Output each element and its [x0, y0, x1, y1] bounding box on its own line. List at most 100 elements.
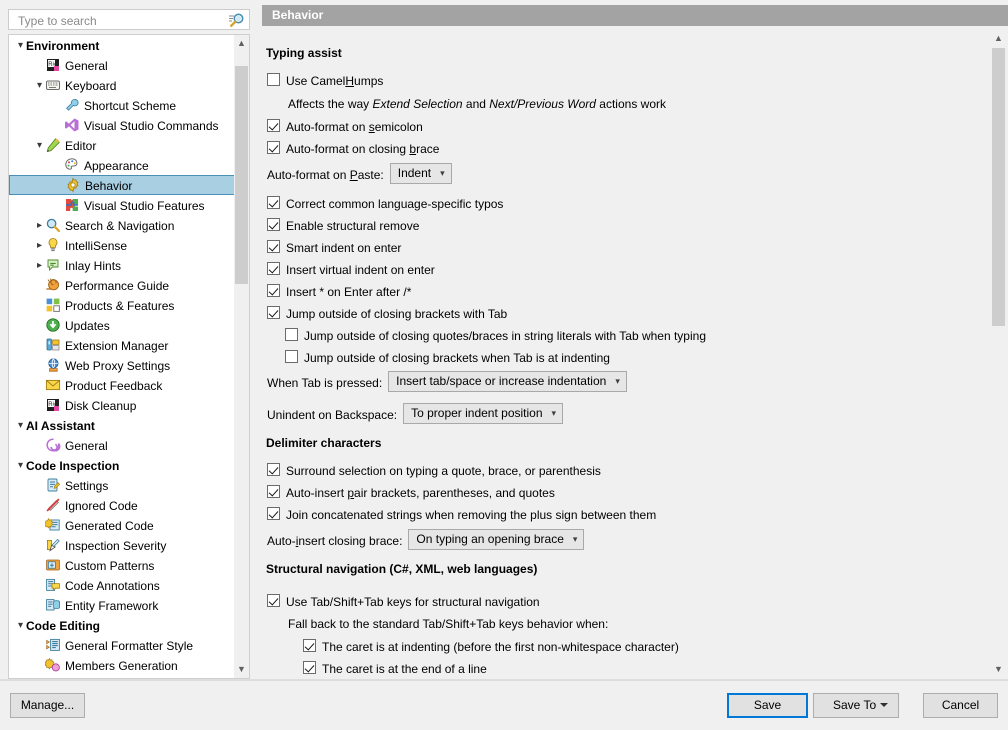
checkbox-auto-insert-pair[interactable] — [267, 485, 280, 499]
option-insert-star[interactable]: Insert * on Enter after /* — [267, 284, 411, 299]
sidebar-item-visual-studio-commands[interactable]: Visual Studio Commands — [9, 115, 235, 135]
tree-collapsed-arrow-icon[interactable] — [34, 256, 45, 276]
dropdown-auto-format-paste[interactable]: Indent ▾ — [389, 163, 452, 184]
option-unindent-backspace[interactable]: Unindent on Backspace: To proper indent p… — [267, 403, 564, 425]
save-button[interactable]: Save — [727, 693, 808, 718]
save-to-button[interactable]: Save To — [813, 693, 899, 718]
sidebar-item-web-proxy-settings[interactable]: Web Proxy Settings — [9, 355, 235, 375]
sidebar-item-appearance[interactable]: Appearance — [9, 155, 235, 175]
sidebar-item-members-generation[interactable]: Members Generation — [9, 655, 235, 675]
sidebar-item-general[interactable]: R# General — [9, 55, 235, 75]
sidebar-item-code-annotations[interactable]: Code Annotations — [9, 575, 235, 595]
sidebar-item-keyboard[interactable]: Keyboard — [9, 75, 235, 95]
checkbox-join-concatenated[interactable] — [267, 507, 280, 521]
checkbox-auto-format-semicolon[interactable] — [267, 119, 280, 133]
option-jump-outside-quotes[interactable]: Jump outside of closing quotes/braces in… — [285, 328, 706, 343]
option-structural-remove[interactable]: Enable structural remove — [267, 218, 419, 233]
sidebar-item-generated-code[interactable]: Generated Code — [9, 515, 235, 535]
settings-tree-list[interactable]: Environment R# General Keyboard Shortcut Sch… — [9, 35, 235, 678]
checkbox-use-tab-shift-tab[interactable] — [267, 594, 280, 608]
sidebar-item-editor[interactable]: Editor — [9, 135, 235, 155]
option-auto-insert-pair[interactable]: Auto-insert pair brackets, parentheses, … — [267, 485, 555, 500]
content-scroll-thumb[interactable] — [992, 48, 1005, 326]
checkbox-smart-indent[interactable] — [267, 240, 280, 254]
sidebar-item-general-formatter-style[interactable]: General Formatter Style — [9, 635, 235, 655]
sidebar-item-behavior[interactable]: Behavior — [9, 175, 235, 195]
sidebar-item-custom-patterns[interactable]: Custom Patterns — [9, 555, 235, 575]
sidebar-item-product-feedback[interactable]: Product Feedback — [9, 375, 235, 395]
option-caret-at-indenting[interactable]: The caret is at indenting (before the fi… — [303, 639, 679, 654]
cancel-button[interactable]: Cancel — [923, 693, 998, 718]
tree-collapsed-arrow-icon[interactable] — [34, 236, 45, 256]
content-scroll-up-icon[interactable]: ▲ — [991, 30, 1006, 47]
sidebar-scroll-down-icon[interactable]: ▼ — [234, 661, 249, 678]
sidebar-item-environment[interactable]: Environment — [9, 35, 235, 55]
sidebar-item-extension-manager[interactable]: Extension Manager — [9, 335, 235, 355]
tree-expanded-arrow-icon[interactable] — [34, 136, 45, 156]
sidebar-scroll-up-icon[interactable]: ▲ — [234, 35, 249, 52]
tree-expanded-arrow-icon[interactable] — [15, 616, 26, 636]
option-virtual-indent[interactable]: Insert virtual indent on enter — [267, 262, 435, 277]
option-auto-format-closing-brace[interactable]: Auto-format on closing brace — [267, 141, 439, 156]
option-smart-indent[interactable]: Smart indent on enter — [267, 240, 401, 255]
sidebar-item-entity-framework[interactable]: Entity Framework — [9, 595, 235, 615]
search-icon[interactable] — [227, 12, 245, 28]
option-use-tab-shift-tab[interactable]: Use Tab/Shift+Tab keys for structural na… — [267, 594, 540, 609]
option-when-tab-pressed[interactable]: When Tab is pressed: Insert tab/space or … — [267, 371, 627, 393]
option-use-camelhumps[interactable]: Use CamelHumps — [267, 73, 383, 88]
tree-expanded-arrow-icon[interactable] — [15, 36, 26, 56]
content-scroll-down-icon[interactable]: ▼ — [991, 661, 1006, 678]
checkbox-structural-remove[interactable] — [267, 218, 280, 232]
search-input[interactable] — [16, 13, 225, 29]
settings-tree[interactable]: Environment R# General Keyboard Shortcut Sch… — [8, 34, 250, 679]
sidebar-item-visual-studio-features[interactable]: Visual Studio Features — [9, 195, 235, 215]
checkbox-jump-outside-indenting[interactable] — [285, 350, 298, 364]
content-scrollbar[interactable]: ▲ ▼ — [991, 30, 1006, 678]
dropdown-auto-insert-closing-brace[interactable]: On typing an opening brace ▾ — [408, 529, 585, 550]
option-auto-format-semicolon[interactable]: Auto-format on semicolon — [267, 119, 423, 134]
sidebar-item-search-navigation[interactable]: Search & Navigation — [9, 215, 235, 235]
option-join-concatenated[interactable]: Join concatenated strings when removing … — [267, 507, 656, 522]
sidebar-item-ai-assistant[interactable]: AI Assistant — [9, 415, 235, 435]
checkbox-use-camelhumps[interactable] — [267, 73, 280, 87]
sidebar-item-general[interactable]: General — [9, 435, 235, 455]
option-caret-end-of-line[interactable]: The caret is at the end of a line — [303, 661, 487, 676]
sidebar-scroll-thumb[interactable] — [235, 66, 248, 284]
option-auto-insert-closing-brace[interactable]: Auto-insert closing brace: On typing an o… — [267, 529, 585, 551]
manage-button[interactable]: Manage... — [10, 693, 85, 718]
sidebar-item-inlay-hints[interactable]: Inlay Hints — [9, 255, 235, 275]
option-jump-outside-brackets-tab[interactable]: Jump outside of closing brackets with Ta… — [267, 306, 507, 321]
checkbox-auto-format-closing-brace[interactable] — [267, 141, 280, 155]
sidebar-scrollbar[interactable]: ▲ ▼ — [234, 35, 249, 678]
checkbox-surround-selection[interactable] — [267, 463, 280, 477]
sidebar-item-code-editing[interactable]: Code Editing — [9, 615, 235, 635]
option-auto-format-paste[interactable]: Auto-format on Paste: Indent ▾ — [267, 163, 452, 185]
tree-collapsed-arrow-icon[interactable] — [34, 216, 45, 236]
checkbox-virtual-indent[interactable] — [267, 262, 280, 276]
sidebar-item-updates[interactable]: Updates — [9, 315, 235, 335]
checkbox-caret-end-of-line[interactable] — [303, 661, 316, 675]
sidebar-item-inspection-severity[interactable]: Inspection Severity — [9, 535, 235, 555]
sidebar-item-performance-guide[interactable]: Performance Guide — [9, 275, 235, 295]
checkbox-correct-typos[interactable] — [267, 196, 280, 210]
sidebar-item-code-inspection[interactable]: Code Inspection — [9, 455, 235, 475]
tree-expanded-arrow-icon[interactable] — [15, 416, 26, 436]
sidebar-item-products-features[interactable]: Products & Features — [9, 295, 235, 315]
search-box[interactable] — [8, 9, 250, 30]
tree-expanded-arrow-icon[interactable] — [34, 76, 45, 96]
sidebar-item-disk-cleanup[interactable]: R# Disk Cleanup — [9, 395, 235, 415]
option-surround-selection[interactable]: Surround selection on typing a quote, br… — [267, 463, 601, 478]
option-correct-typos[interactable]: Correct common language-specific typos — [267, 196, 503, 211]
checkbox-jump-outside-brackets-tab[interactable] — [267, 306, 280, 320]
checkbox-insert-star[interactable] — [267, 284, 280, 298]
sidebar-item-settings[interactable]: Settings — [9, 475, 235, 495]
option-jump-outside-indenting[interactable]: Jump outside of closing brackets when Ta… — [285, 350, 610, 365]
sidebar-item-shortcut-scheme[interactable]: Shortcut Scheme — [9, 95, 235, 115]
dropdown-when-tab-pressed[interactable]: Insert tab/space or increase indentation… — [388, 371, 627, 392]
checkbox-jump-outside-quotes[interactable] — [285, 328, 298, 342]
sidebar-item-ignored-code[interactable]: Ignored Code — [9, 495, 235, 515]
sidebar-item-intellisense[interactable]: IntelliSense — [9, 235, 235, 255]
checkbox-caret-at-indenting[interactable] — [303, 639, 316, 653]
dropdown-unindent-backspace[interactable]: To proper indent position ▾ — [403, 403, 564, 424]
tree-expanded-arrow-icon[interactable] — [15, 456, 26, 476]
